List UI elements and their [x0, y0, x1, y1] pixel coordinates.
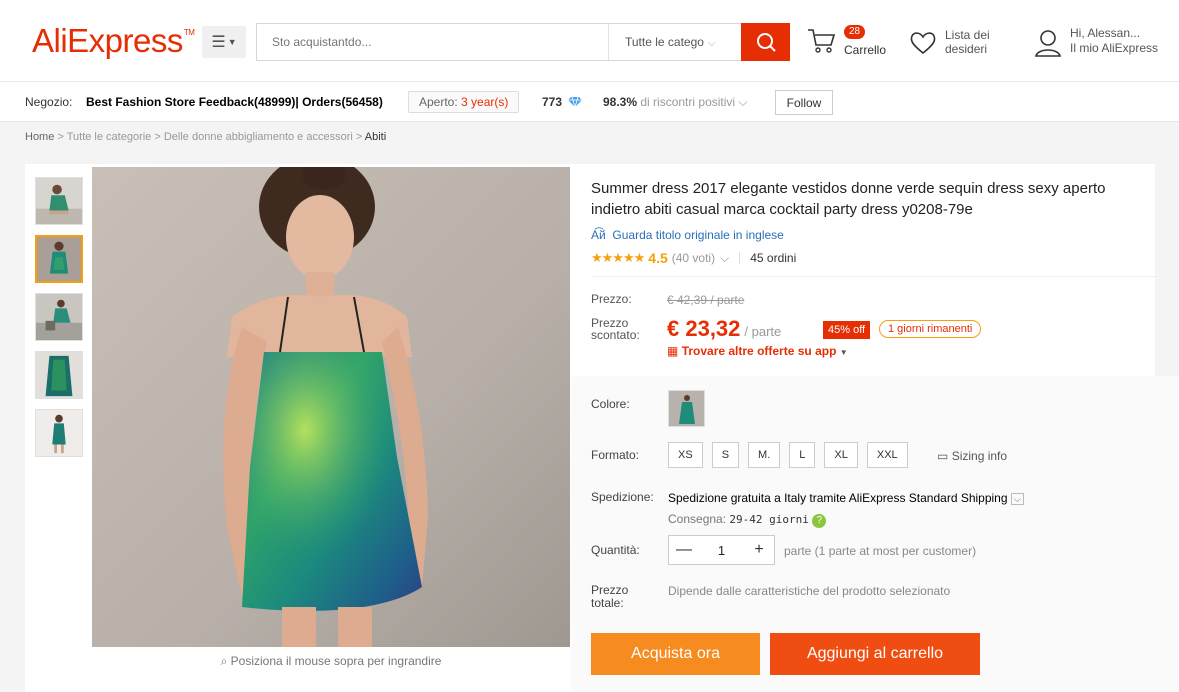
search-button[interactable] — [741, 23, 790, 61]
sizing-info-link[interactable]: ▭ Sizing info — [937, 449, 1007, 463]
buy-now-button[interactable]: Acquista ora — [591, 633, 760, 675]
ruler-icon: ▭ — [937, 449, 949, 463]
search-icon — [756, 33, 776, 52]
store-bar: Negozio: Best Fashion Store Feedback(489… — [0, 82, 1179, 122]
store-open-badge: Aperto: 3 year(s) — [408, 91, 520, 113]
aliexpress-logo[interactable]: AliExpressTM — [32, 22, 195, 60]
wishlist-link[interactable]: Lista dei desideri — [909, 28, 1009, 60]
days-left-badge: 1 giorni rimanenti — [879, 320, 982, 338]
account-menu[interactable]: Hi, Alessan... Il mio AliExpress — [1034, 26, 1174, 62]
total-price-label: Prezzo totale: — [591, 583, 629, 610]
zoom-hint: ⌕ Posiziona il mouse sopra per ingrandir… — [220, 654, 442, 668]
user-icon — [1034, 30, 1062, 57]
orders-count: 45 ordini — [750, 251, 797, 265]
account-greeting: Hi, Alessan... — [1070, 26, 1141, 40]
thumbnail-4[interactable] — [35, 351, 83, 399]
color-label: Colore: — [591, 397, 630, 411]
breadcrumb-home[interactable]: Home — [25, 131, 54, 143]
shipping-label: Spedizione: — [591, 490, 654, 504]
size-option-m[interactable]: M. — [748, 442, 781, 468]
options-panel: Colore: Formato: XS S M. L XL XXL ▭ Sizi… — [571, 376, 1179, 692]
translate-icon: A͡й — [591, 228, 606, 242]
search-bar: Tutte le catego⌵ — [256, 23, 790, 61]
category-menu-button[interactable]: ☰ ▼ — [202, 26, 246, 58]
wishlist-label-1: Lista dei — [945, 28, 990, 42]
top-header: AliExpressTM ☰▼ Tutte le catego⌵ 28 Carr… — [0, 0, 1179, 82]
main-product-image[interactable] — [92, 167, 570, 647]
rating-stars-icon: ★★★★★ — [591, 250, 645, 265]
product-title: Summer dress 2017 elegante vestidos donn… — [591, 180, 1106, 218]
size-option-xl[interactable]: XL — [824, 442, 858, 468]
divider — [591, 276, 1157, 277]
chevron-down-icon: ⌵ — [720, 250, 730, 265]
heart-icon — [910, 32, 936, 55]
rating-row: ★★★★★ 4.5 (40 voti) ⌵ 45 ordini — [591, 250, 796, 266]
size-option-xs[interactable]: XS — [668, 442, 703, 468]
wishlist-label-2: desideri — [945, 42, 988, 56]
caret-down-icon: ▼ — [227, 37, 237, 47]
quantity-label: Quantità: — [591, 543, 640, 557]
thumbnail-2-selected[interactable] — [35, 235, 83, 283]
thumbnail-3[interactable] — [35, 293, 83, 341]
breadcrumb-separator: > — [154, 131, 161, 143]
help-icon[interactable]: ? — [812, 514, 827, 528]
breadcrumb: Home > Tutte le categorie > Delle donne … — [0, 122, 1179, 152]
thumbnail-5[interactable] — [35, 409, 83, 457]
cart-label: Carrello — [844, 43, 887, 57]
translate-title-link[interactable]: A͡й Guarda titolo originale in inglese — [591, 228, 784, 242]
thumbnail-1[interactable] — [35, 177, 83, 225]
qr-code-icon: ▦ — [667, 344, 679, 358]
breadcrumb-separator: > — [57, 131, 64, 143]
votes-link[interactable]: (40 voti) — [672, 251, 715, 265]
chevron-down-icon: ⌵ — [1010, 493, 1024, 505]
cart-link[interactable]: 28 Carrello — [806, 23, 896, 63]
increase-quantity-button[interactable]: + — [744, 541, 774, 559]
size-option-xxl[interactable]: XXL — [866, 442, 908, 468]
price-label: Prezzo: — [591, 292, 632, 306]
breadcrumb-current: Abiti — [364, 131, 387, 143]
decrease-quantity-button[interactable]: — — [669, 541, 699, 559]
total-price-note: Dipende dalle caratteristiche del prodot… — [668, 584, 951, 598]
size-label: Formato: — [591, 448, 640, 462]
breadcrumb-women-clothing[interactable]: Delle donne abbigliamento e accessori — [164, 131, 353, 143]
original-price-row: Prezzo: € 42,39 / parte — [591, 293, 1151, 307]
add-to-cart-button[interactable]: Aggiungi al carrello — [770, 633, 980, 675]
quantity-stepper: — 1 + — [668, 535, 775, 565]
quantity-note: parte (1 parte at most per customer) — [784, 544, 977, 558]
magnifier-icon: ⌕ — [220, 654, 228, 668]
product-panel: ⌕ Posiziona il mouse sopra per ingrandir… — [25, 164, 1179, 692]
size-options: XS S M. L XL XXL — [668, 442, 908, 468]
hamburger-icon: ☰ — [211, 34, 226, 51]
discount-price-row: Prezzo scontato: € 23,32/ parte 45% off 1… — [591, 316, 1151, 372]
color-swatch-green[interactable] — [668, 390, 705, 427]
product-info: Summer dress 2017 elegante vestidos donn… — [571, 164, 1179, 692]
follow-button[interactable]: Follow — [775, 90, 833, 115]
store-score: 773 — [542, 95, 563, 109]
cart-icon — [808, 29, 836, 53]
quantity-value[interactable]: 1 — [699, 543, 744, 558]
store-name-link[interactable]: Best Fashion Store Feedback(48999)| Orde… — [86, 95, 383, 109]
caret-down-icon: ▼ — [839, 348, 848, 357]
original-price: € 42,39 / parte — [667, 293, 745, 307]
chevron-down-icon: ⌵ — [707, 38, 716, 49]
diamond-icon — [568, 96, 582, 108]
store-label: Negozio: — [25, 95, 73, 109]
discount-price-label: Prezzo scontato: — [591, 316, 640, 342]
breadcrumb-separator: > — [355, 131, 363, 143]
app-deals-link[interactable]: ▦ Trovare altre offerte su app ▼ — [667, 344, 848, 358]
size-option-l[interactable]: L — [789, 442, 816, 468]
positive-feedback[interactable]: 98.3% di riscontri positivi ⌵ — [603, 95, 748, 110]
discount-price: € 23,32/ parte — [667, 316, 782, 341]
rating-value: 4.5 — [648, 250, 668, 266]
chevron-down-icon: ⌵ — [738, 95, 748, 109]
search-input[interactable] — [257, 24, 607, 60]
discount-badge: 45% off — [823, 321, 871, 339]
size-option-s[interactable]: S — [711, 442, 740, 468]
search-category-select[interactable]: Tutte le catego ⌵ — [608, 24, 741, 60]
cart-count-badge: 28 — [844, 25, 866, 39]
delivery-time: Consegna: 29-42 giorni ? — [668, 512, 827, 528]
account-label: Il mio AliExpress — [1070, 41, 1159, 55]
breadcrumb-all-categories[interactable]: Tutte le categorie — [67, 131, 152, 143]
shipping-method-select[interactable]: Spedizione gratuita a Italy tramite AliE… — [668, 491, 1024, 505]
